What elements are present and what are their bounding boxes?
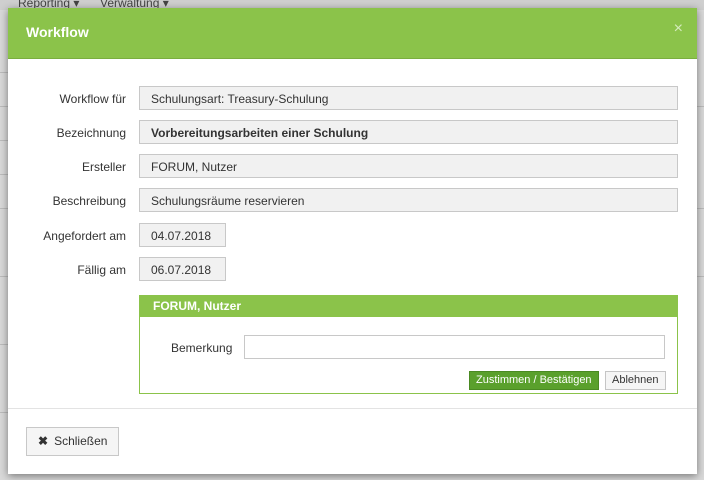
background-divider — [696, 276, 704, 277]
dialog-title: Workflow — [26, 24, 89, 40]
field-faellig-am: Fällig am 06.07.2018 — [8, 257, 697, 283]
footer-divider — [8, 408, 697, 409]
field-workflow-fuer: Workflow für Schulungsart: Treasury-Schu… — [8, 86, 697, 112]
workflow-dialog: Workflow × Workflow für Schulungsart: Tr… — [8, 8, 697, 474]
field-angefordert-am: Angefordert am 04.07.2018 — [8, 223, 697, 249]
field-value: 04.07.2018 — [139, 223, 226, 247]
field-label: Workflow für — [59, 92, 126, 106]
approve-button[interactable]: Zustimmen / Bestätigen — [469, 371, 599, 390]
background-divider — [0, 106, 8, 107]
field-value: 06.07.2018 — [139, 257, 226, 281]
close-x-icon: ✖ — [38, 434, 49, 448]
background-divider — [0, 140, 8, 141]
background-divider — [0, 412, 8, 413]
remark-input[interactable] — [244, 335, 665, 359]
background-divider — [0, 72, 8, 73]
field-value: Schulungsräume reservieren — [139, 188, 678, 212]
background-divider — [0, 174, 8, 175]
field-value: Vorbereitungsarbeiten einer Schulung — [139, 120, 678, 144]
field-value: Schulungsart: Treasury-Schulung — [139, 86, 678, 110]
background-divider — [696, 208, 704, 209]
approval-panel-title: FORUM, Nutzer — [153, 299, 241, 313]
remark-label: Bemerkung — [171, 341, 233, 355]
close-icon[interactable]: × — [674, 21, 683, 37]
field-label: Beschreibung — [52, 194, 126, 208]
field-bezeichnung: Bezeichnung Vorbereitungsarbeiten einer … — [8, 120, 697, 146]
background-divider — [0, 344, 8, 345]
background-divider — [0, 208, 8, 209]
field-ersteller: Ersteller FORUM, Nutzer — [8, 154, 697, 180]
close-button[interactable]: ✖ Schließen — [26, 427, 120, 456]
approval-panel: FORUM, Nutzer Bemerkung Zustimmen / Best… — [139, 295, 678, 394]
field-label: Bezeichnung — [56, 126, 126, 140]
background-divider — [696, 106, 704, 107]
field-label: Angefordert am — [43, 229, 126, 243]
field-beschreibung: Beschreibung Schulungsräume reservieren — [8, 188, 697, 214]
field-value: FORUM, Nutzer — [139, 154, 678, 178]
background-divider — [0, 276, 8, 277]
approval-panel-header: FORUM, Nutzer — [140, 296, 677, 317]
field-label: Fällig am — [77, 263, 126, 277]
field-label: Ersteller — [81, 160, 126, 174]
dialog-header: Workflow × — [8, 8, 697, 59]
close-button-label: Schließen — [54, 434, 108, 448]
reject-button[interactable]: Ablehnen — [605, 371, 666, 390]
